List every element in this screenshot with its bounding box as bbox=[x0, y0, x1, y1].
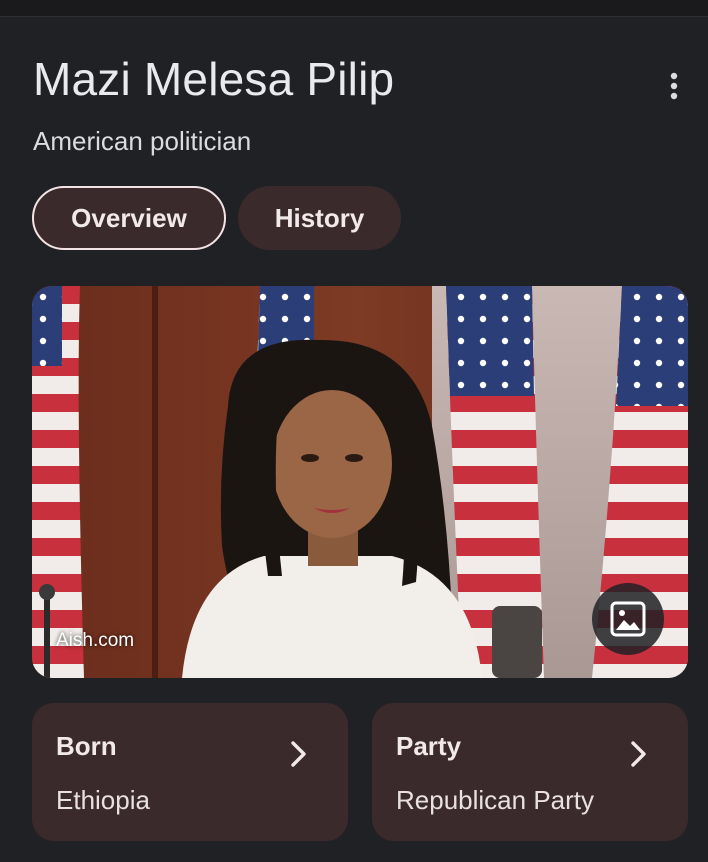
more-vert-icon bbox=[670, 72, 678, 100]
fact-value: Ethiopia bbox=[56, 785, 150, 815]
chevron-right-icon bbox=[291, 741, 306, 767]
fact-card-party[interactable]: Party Republican Party bbox=[372, 703, 688, 841]
chevron-right-icon bbox=[631, 741, 646, 767]
page-title: Mazi Melesa Pilip bbox=[33, 53, 395, 105]
top-bar bbox=[0, 0, 708, 17]
fact-card-born[interactable]: Born Ethiopia bbox=[32, 703, 348, 841]
fact-label: Party bbox=[396, 731, 462, 761]
entity-subtitle: American politician bbox=[33, 126, 252, 156]
more-options-button[interactable] bbox=[652, 64, 696, 108]
view-images-button[interactable] bbox=[592, 583, 664, 655]
image-icon bbox=[610, 601, 646, 637]
entity-photo[interactable] bbox=[32, 286, 688, 678]
fact-label: Born bbox=[56, 731, 117, 761]
tab-overview[interactable]: Overview bbox=[32, 186, 226, 250]
fact-value: Republican Party bbox=[396, 785, 594, 815]
tab-overview-label: Overview bbox=[71, 202, 187, 233]
portrait-photo-illustration bbox=[32, 286, 688, 678]
image-source-label[interactable]: Aish.com bbox=[56, 630, 134, 652]
tab-history[interactable]: History bbox=[238, 186, 401, 250]
tab-history-label: History bbox=[274, 202, 365, 233]
